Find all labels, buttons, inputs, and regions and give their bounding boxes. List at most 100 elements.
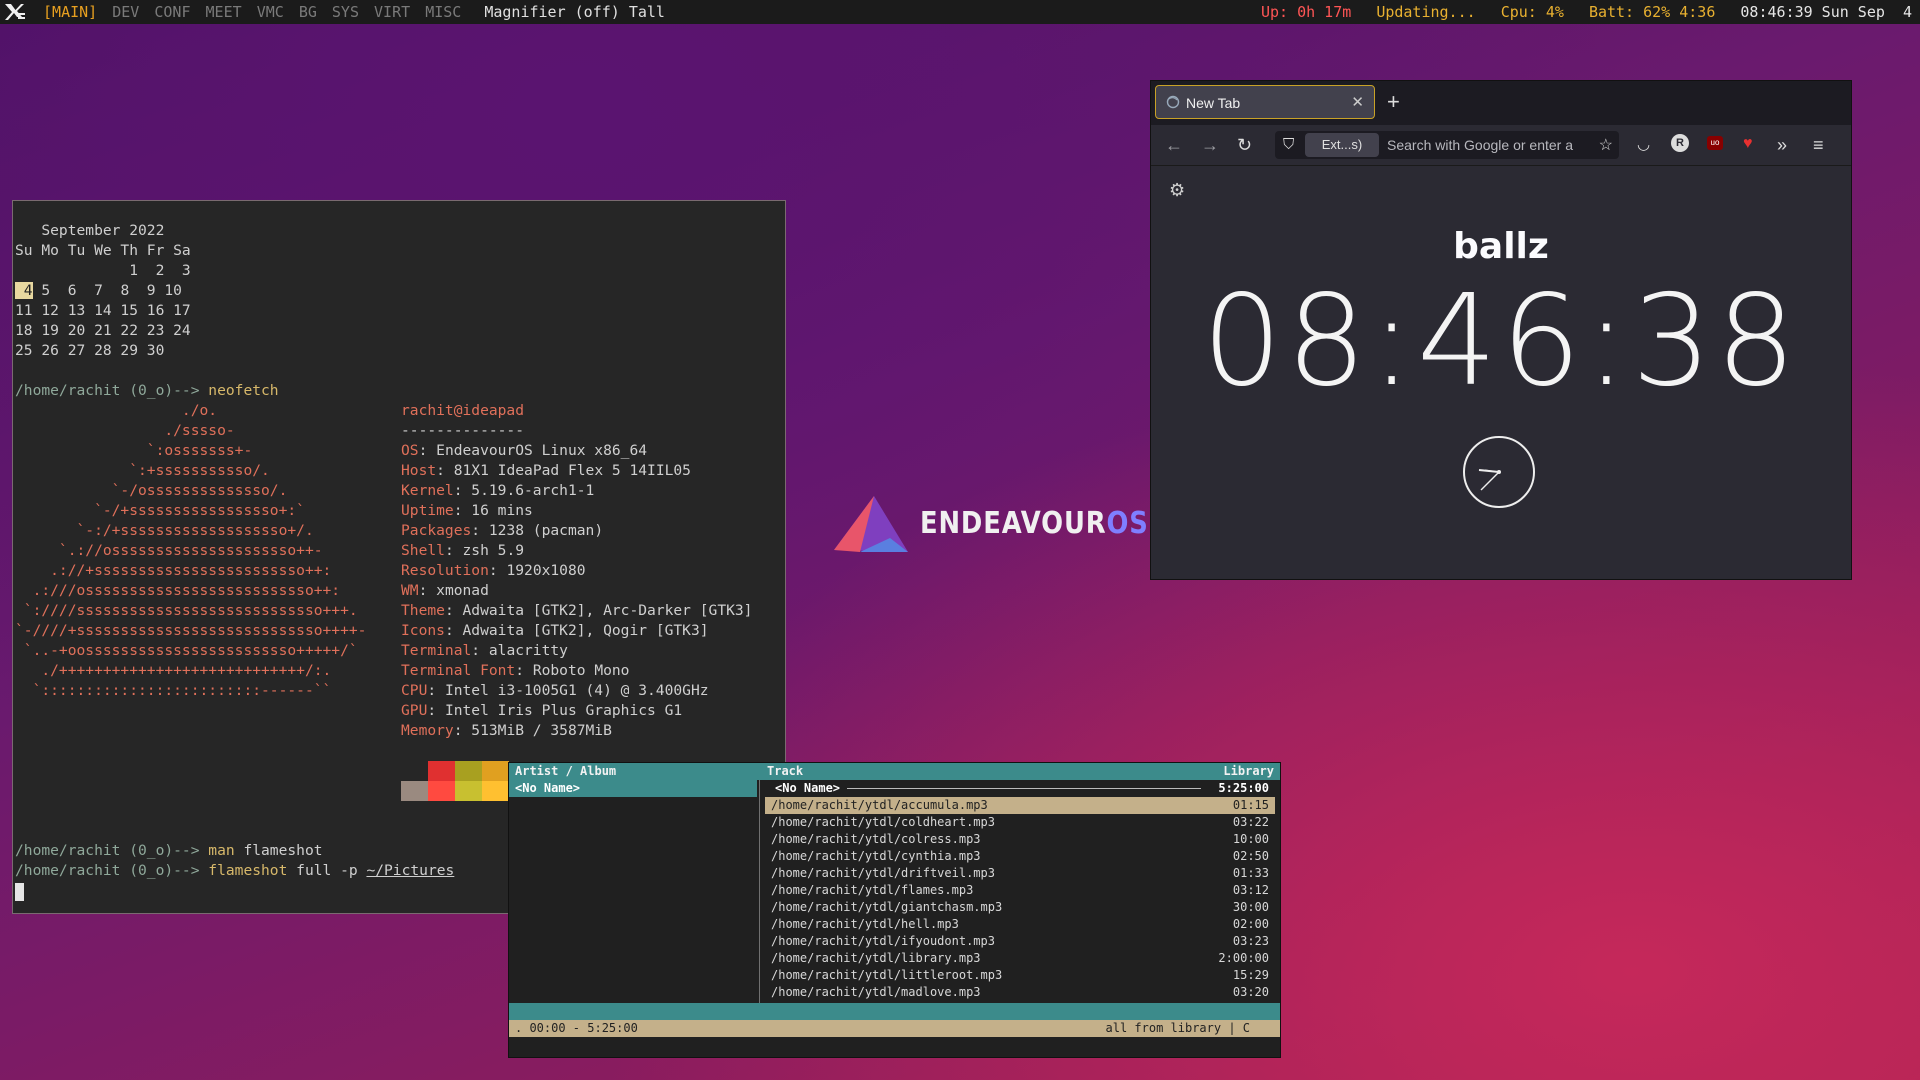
playback-status: . 00:00 - 5:25:00 xyxy=(515,1021,638,1035)
workspace-conf[interactable]: CONF xyxy=(154,0,190,24)
user-host: rachit@ideapad xyxy=(401,402,525,419)
track-duration: 03:20 xyxy=(1232,985,1269,999)
url-bar[interactable]: ⛉ Ext...s) Search with Google or enter a… xyxy=(1275,131,1619,159)
track-duration: 10:00 xyxy=(1232,832,1269,846)
firefox-window[interactable]: New Tab ✕ + ← → ↻ ⛉ Ext...s) Search with… xyxy=(1150,80,1852,580)
gear-icon[interactable]: ⚙ xyxy=(1169,180,1185,201)
status-line: . 00:00 - 5:25:00 all from library | C xyxy=(509,1020,1280,1037)
endeavouros-logo: ENDEAVOUROS xyxy=(830,494,1148,556)
close-tab-icon[interactable]: ✕ xyxy=(1351,93,1364,111)
cpu-widget: Cpu: 4% xyxy=(1500,3,1564,21)
workspace-virt[interactable]: VIRT xyxy=(374,0,410,24)
color-swatch xyxy=(401,761,428,781)
pocket-icon[interactable]: ◡ xyxy=(1637,135,1650,153)
track-row[interactable]: /home/rachit/ytdl/driftveil.mp3 01:33 xyxy=(765,865,1275,882)
track-row[interactable]: /home/rachit/ytdl/ifyoudont.mp3 03:23 xyxy=(765,933,1275,950)
status-bar: [MAIN] DEV CONF MEET VMC BG SYS VIRT MIS… xyxy=(0,0,1920,24)
calendar-header: Su Mo Tu We Th Fr Sa xyxy=(15,242,191,259)
progress-bar xyxy=(509,1003,1280,1020)
terminal-cursor xyxy=(15,883,24,901)
new-tab-button[interactable]: + xyxy=(1387,89,1400,115)
menu-hamburger-icon[interactable]: ≡ xyxy=(1813,135,1824,156)
track-duration: 30:00 xyxy=(1232,900,1269,914)
workspace-main[interactable]: [MAIN] xyxy=(43,0,97,24)
track-path: /home/rachit/ytdl/colress.mp3 xyxy=(771,832,981,846)
extension-identity-button[interactable]: Ext...s) xyxy=(1305,133,1379,157)
track-duration: 15:29 xyxy=(1232,968,1269,982)
track-row[interactable]: /home/rachit/ytdl/colress.mp3 10:00 xyxy=(765,831,1275,848)
track-row[interactable]: /home/rachit/ytdl/littleroot.mp3 15:29 xyxy=(765,967,1275,984)
workspace-misc[interactable]: MISC xyxy=(425,0,461,24)
firefox-icon xyxy=(1166,95,1180,109)
track-duration: 01:15 xyxy=(1232,798,1269,812)
digital-clock: 08:46:38 xyxy=(1202,267,1800,414)
forward-icon[interactable]: → xyxy=(1201,135,1219,156)
play-mode: all from library | C xyxy=(1105,1021,1251,1035)
track-path: /home/rachit/ytdl/driftveil.mp3 xyxy=(771,866,995,880)
endeavouros-wordmark: ENDEAVOUROS xyxy=(920,506,1149,541)
tab-new-tab[interactable]: New Tab ✕ xyxy=(1155,85,1375,119)
url-input[interactable]: Search with Google or enter a xyxy=(1387,137,1583,153)
pane-divider xyxy=(759,780,760,1018)
track-row[interactable]: /home/rachit/ytdl/cynthia.mp3 02:50 xyxy=(765,848,1275,865)
clock-hands-icon xyxy=(1478,469,1501,491)
battery-widget: Batt: 62% 4:36 xyxy=(1588,3,1716,21)
bookmark-star-icon[interactable]: ☆ xyxy=(1599,135,1613,155)
track-path: /home/rachit/ytdl/flames.mp3 xyxy=(771,883,974,897)
calendar-row: 4 5 6 7 8 9 10 xyxy=(15,282,182,299)
color-swatch xyxy=(428,761,455,781)
overflow-chevron-icon[interactable]: » xyxy=(1777,135,1787,156)
color-swatch xyxy=(482,781,509,801)
color-swatch xyxy=(455,781,482,801)
prompt-line: /home/rachit (0_o)--> flameshot full -p … xyxy=(15,862,455,879)
color-swatch xyxy=(401,781,428,801)
tab-strip: New Tab ✕ + xyxy=(1151,81,1851,125)
music-player-window[interactable]: Artist / Album Track Library <No Name> <… xyxy=(508,762,1281,1058)
analog-clock xyxy=(1463,436,1535,508)
calendar-row: 11 12 13 14 15 16 17 xyxy=(15,302,191,319)
xmonad-logo-icon xyxy=(5,4,25,20)
track-row[interactable]: /home/rachit/ytdl/accumula.mp3 01:15 xyxy=(765,797,1275,814)
prompt-line: /home/rachit (0_o)--> man flameshot xyxy=(15,842,323,859)
uptime-widget: Up: 0h 17m xyxy=(1260,3,1352,21)
track-row[interactable]: /home/rachit/ytdl/madlove.mp3 03:20 xyxy=(765,984,1275,1001)
workspace-dev[interactable]: DEV xyxy=(112,0,139,24)
track-header: Track xyxy=(767,764,804,778)
track-duration: 03:22 xyxy=(1232,815,1269,829)
color-swatch xyxy=(455,761,482,781)
artist-album-header: Artist / Album xyxy=(515,764,617,778)
back-icon[interactable]: ← xyxy=(1165,135,1183,156)
track-duration: 01:33 xyxy=(1232,866,1269,880)
track-row[interactable]: /home/rachit/ytdl/hell.mp3 02:00 xyxy=(765,916,1275,933)
track-path: /home/rachit/ytdl/giantchasm.mp3 xyxy=(771,900,1003,914)
prompt-line: /home/rachit (0_o)--> neofetch xyxy=(15,382,279,399)
ublock-origin-icon[interactable]: uo xyxy=(1707,136,1723,150)
workspace-sys[interactable]: SYS xyxy=(332,0,359,24)
track-duration: 03:23 xyxy=(1232,934,1269,948)
navigation-toolbar: ← → ↻ ⛉ Ext...s) Search with Google or e… xyxy=(1151,125,1851,166)
workspace-vmc[interactable]: VMC xyxy=(257,0,284,24)
youtube-extension-icon[interactable]: ♥ xyxy=(1743,135,1753,153)
color-swatch xyxy=(428,781,455,801)
workspace-bg[interactable]: BG xyxy=(299,0,317,24)
calendar-title: September 2022 xyxy=(15,222,165,239)
shield-icon[interactable]: ⛉ xyxy=(1283,136,1294,153)
track-row[interactable]: /home/rachit/ytdl/flames.mp3 03:12 xyxy=(765,882,1275,899)
artist-list-item[interactable]: <No Name> xyxy=(509,780,757,797)
track-duration: 02:00 xyxy=(1232,917,1269,931)
track-duration: 03:12 xyxy=(1232,883,1269,897)
track-path: /home/rachit/ytdl/ifyoudont.mp3 xyxy=(771,934,995,948)
album-divider xyxy=(847,788,1201,789)
album-row: <No Name> 5:25:00 xyxy=(775,781,1269,795)
track-row[interactable]: /home/rachit/ytdl/library.mp3 2:00:00 xyxy=(765,950,1275,967)
reload-icon[interactable]: ↻ xyxy=(1237,135,1252,156)
page-title: ballz xyxy=(1453,226,1549,267)
calendar-today: 4 xyxy=(15,282,33,299)
track-row[interactable]: /home/rachit/ytdl/giantchasm.mp3 30:00 xyxy=(765,899,1275,916)
track-path: /home/rachit/ytdl/madlove.mp3 xyxy=(771,985,981,999)
account-avatar-icon[interactable]: R xyxy=(1671,134,1689,152)
column-header: Artist / Album Track Library xyxy=(509,763,1280,780)
separator: -------------- xyxy=(401,422,525,439)
workspace-meet[interactable]: MEET xyxy=(206,0,242,24)
track-row[interactable]: /home/rachit/ytdl/coldheart.mp3 03:22 xyxy=(765,814,1275,831)
